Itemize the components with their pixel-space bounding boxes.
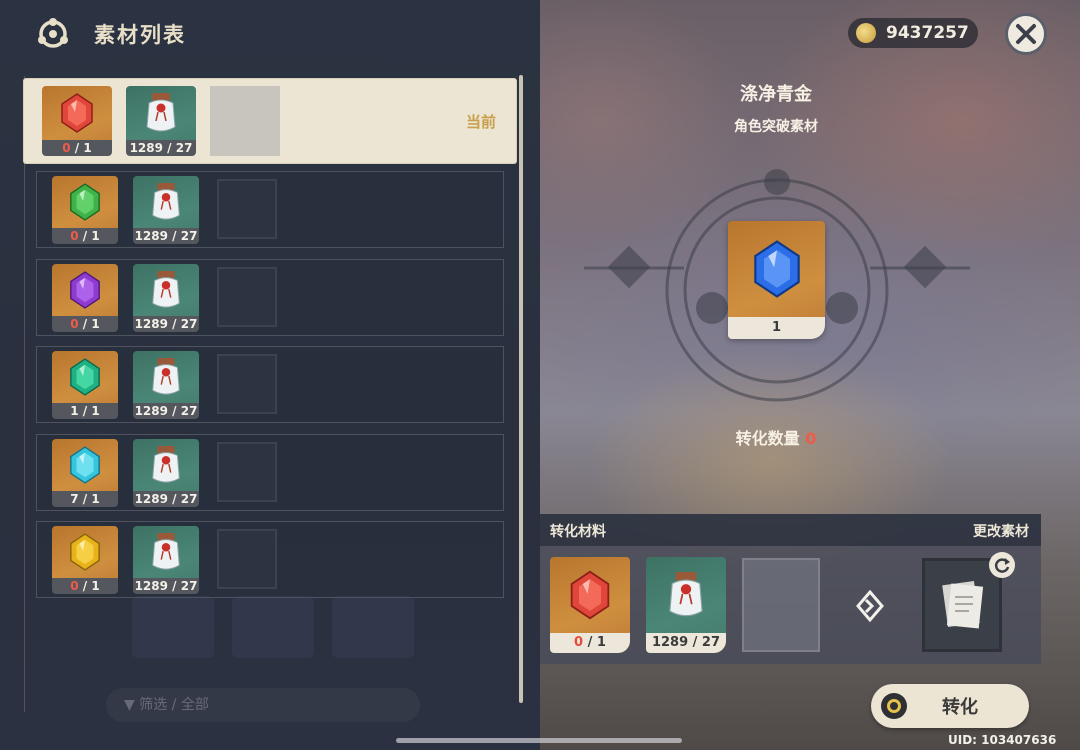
confirm-circle-icon bbox=[881, 693, 907, 719]
gem-card[interactable]: 1 / 1 bbox=[52, 351, 118, 419]
glass-bottle-icon bbox=[152, 183, 180, 220]
bottle-count: 1289 / 27 bbox=[133, 403, 199, 419]
source-gem-need: / 1 bbox=[583, 635, 606, 650]
bottle-count: 1289 / 27 bbox=[126, 140, 196, 156]
glass-bottle-icon bbox=[152, 533, 180, 570]
gem-count: 7 / 1 bbox=[52, 491, 118, 507]
source-bottle-card[interactable]: 1289 / 27 bbox=[646, 557, 726, 653]
document-icon bbox=[942, 580, 984, 629]
convert-button[interactable]: 转化 bbox=[871, 684, 1029, 728]
gem-card[interactable]: 0 / 1 bbox=[52, 176, 118, 244]
red-gem-icon bbox=[570, 570, 610, 620]
material-row[interactable]: 0 / 1 1289 / 27 bbox=[36, 259, 504, 336]
change-material-link[interactable]: 更改素材 bbox=[973, 521, 1029, 541]
target-item-type: 角色突破素材 bbox=[734, 119, 818, 135]
filter-label: 筛选 / 全部 bbox=[139, 697, 209, 713]
glass-bottle-icon bbox=[152, 358, 180, 395]
red-gem-icon bbox=[61, 93, 93, 133]
yellow-gem-icon bbox=[70, 533, 100, 571]
mora-counter: 9437257 bbox=[848, 18, 978, 48]
convert-quantity-label: 转化数量 bbox=[735, 429, 806, 448]
filter-dropdown[interactable]: ▼ 筛选 / 全部 bbox=[106, 688, 420, 722]
home-indicator[interactable] bbox=[396, 738, 682, 743]
bottle-count: 1289 / 27 bbox=[133, 316, 199, 332]
bottle-card[interactable]: 1289 / 27 bbox=[126, 86, 196, 156]
empty-slot bbox=[210, 86, 280, 156]
glass-bottle-icon bbox=[669, 572, 703, 617]
empty-slot bbox=[217, 267, 277, 327]
source-gem-card[interactable]: 0 / 1 bbox=[550, 557, 630, 653]
blue-gem-icon bbox=[753, 240, 800, 298]
emerald-gem-icon bbox=[70, 358, 100, 396]
gem-need: / 1 bbox=[70, 141, 92, 155]
purple-gem-icon bbox=[70, 271, 100, 309]
empty-slot bbox=[217, 179, 277, 239]
close-button[interactable] bbox=[1005, 13, 1047, 55]
materials-header-title: 转化材料 bbox=[550, 524, 606, 540]
change-material-slot[interactable] bbox=[922, 558, 1002, 652]
bottle-count: 1289 / 27 bbox=[133, 578, 199, 594]
crafting-menu-icon bbox=[38, 18, 68, 48]
material-row[interactable]: 0 / 1 1289 / 27 bbox=[36, 521, 504, 598]
material-row[interactable]: 1 / 1 1289 / 27 bbox=[36, 346, 504, 423]
gem-card[interactable]: 0 / 1 bbox=[42, 86, 112, 156]
glass-bottle-icon bbox=[152, 446, 180, 483]
mora-value: 9437257 bbox=[886, 23, 969, 43]
bottle-count: 1289 / 27 bbox=[133, 228, 199, 244]
material-row[interactable]: 7 / 1 1289 / 27 bbox=[36, 434, 504, 511]
empty-slot bbox=[217, 529, 277, 589]
target-item-card: 1 bbox=[728, 221, 825, 339]
gem-card[interactable]: 0 / 1 bbox=[52, 264, 118, 332]
gem-need: / 1 bbox=[78, 579, 100, 593]
green-gem-icon bbox=[70, 183, 100, 221]
cyan-gem-icon bbox=[70, 446, 100, 484]
close-icon bbox=[1016, 24, 1036, 44]
bottle-card[interactable]: 1289 / 27 bbox=[133, 264, 199, 332]
player-uid: UID: 103407636 bbox=[948, 733, 1057, 747]
page-title: 素材列表 bbox=[94, 23, 186, 47]
mora-coin-icon bbox=[856, 23, 876, 43]
bottle-card[interactable]: 1289 / 27 bbox=[133, 526, 199, 594]
empty-material-slot bbox=[742, 558, 820, 652]
target-item-name: 涤净青金 bbox=[740, 84, 812, 105]
convert-quantity: 转化数量 0 bbox=[676, 425, 876, 449]
convert-quantity-value: 0 bbox=[805, 429, 817, 448]
bottle-card[interactable]: 1289 / 27 bbox=[133, 439, 199, 507]
material-row-current[interactable]: 0 / 1 1289 / 27 当前 bbox=[24, 79, 516, 163]
gem-need: / 1 bbox=[78, 317, 100, 331]
gem-count: 1 / 1 bbox=[52, 403, 118, 419]
gem-owned: 0 bbox=[70, 579, 79, 593]
empty-slot bbox=[217, 354, 277, 414]
target-item-count: 1 bbox=[728, 317, 825, 339]
gem-card[interactable]: 7 / 1 bbox=[52, 439, 118, 507]
current-label: 当前 bbox=[465, 113, 496, 131]
bottle-card[interactable]: 1289 / 27 bbox=[133, 351, 199, 419]
source-bottle-count: 1289 / 27 bbox=[646, 633, 726, 653]
gem-owned: 0 bbox=[70, 317, 79, 331]
filter-icon: ▼ bbox=[124, 697, 140, 713]
refresh-icon[interactable] bbox=[989, 552, 1015, 578]
material-row[interactable]: 0 / 1 1289 / 27 bbox=[36, 171, 504, 248]
materials-header: 转化材料 更改素材 bbox=[540, 514, 1041, 546]
gem-owned: 0 bbox=[62, 141, 71, 155]
gem-need: / 1 bbox=[78, 229, 100, 243]
bottle-count: 1289 / 27 bbox=[133, 491, 199, 507]
bottle-card[interactable]: 1289 / 27 bbox=[133, 176, 199, 244]
panel-header: 素材列表 bbox=[36, 14, 186, 54]
gem-owned: 0 bbox=[70, 229, 79, 243]
source-gem-owned: 0 bbox=[574, 635, 584, 650]
glass-bottle-icon bbox=[146, 93, 176, 132]
gem-card[interactable]: 0 / 1 bbox=[52, 526, 118, 594]
convert-button-label: 转化 bbox=[942, 697, 978, 718]
scrollbar[interactable] bbox=[519, 75, 523, 703]
glass-bottle-icon bbox=[152, 271, 180, 308]
empty-slot bbox=[217, 442, 277, 502]
transmute-arrow-icon bbox=[856, 589, 884, 623]
